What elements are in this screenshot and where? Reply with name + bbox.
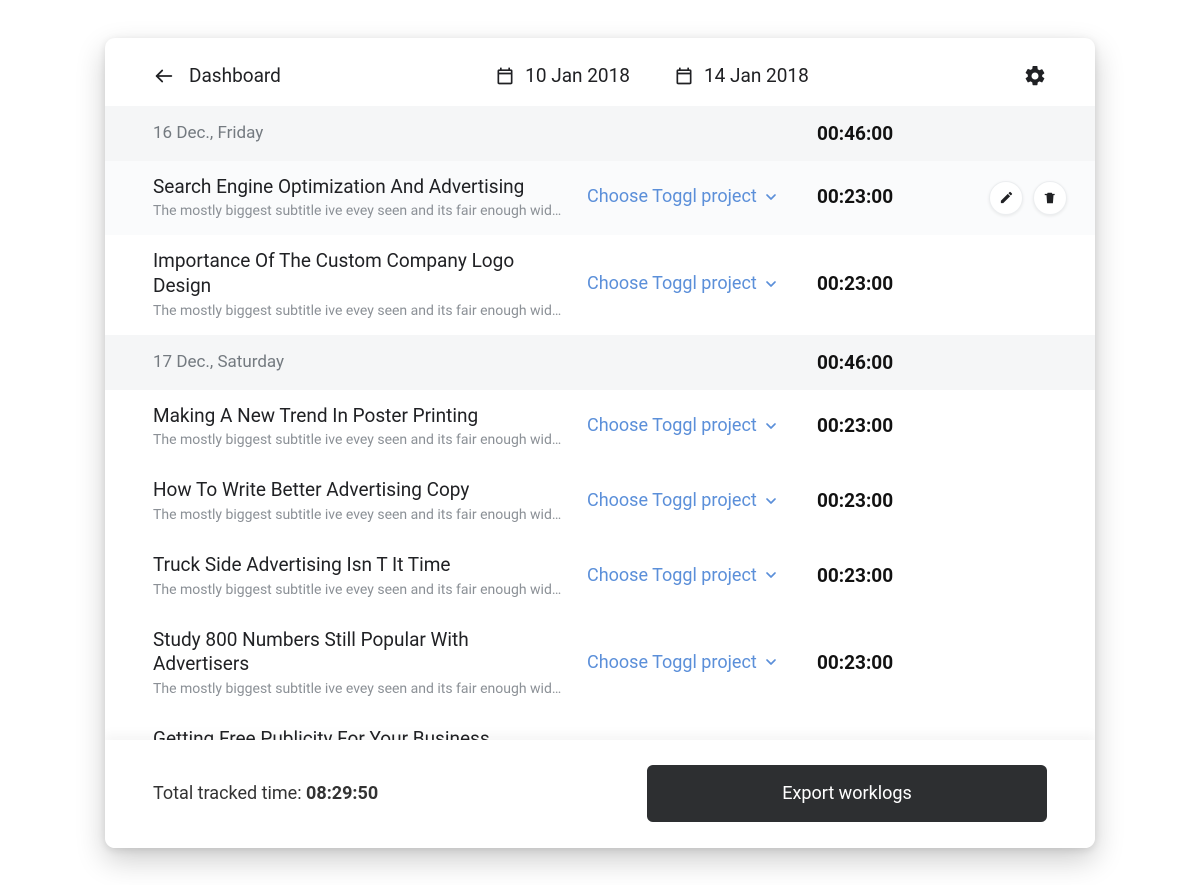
entry-main: Making A New Trend In Poster Printing The… xyxy=(153,404,587,449)
group-duration: 00:46:00 xyxy=(817,122,1047,145)
worklog-entry[interactable]: Importance Of The Custom Company Logo De… xyxy=(105,235,1095,334)
entry-main: Truck Side Advertising Isn T It Time The … xyxy=(153,553,587,598)
worklog-entry[interactable]: Making A New Trend In Poster Printing The… xyxy=(105,390,1095,465)
day-group-header: 17 Dec., Saturday00:46:00 xyxy=(105,335,1095,390)
choose-project-label: Choose Toggl project xyxy=(587,415,757,436)
choose-project-dropdown[interactable]: Choose Toggl project xyxy=(587,490,817,511)
entry-actions xyxy=(989,181,1067,215)
entry-subtitle: The mostly biggest subtitle ive evey see… xyxy=(153,203,563,219)
back-label: Dashboard xyxy=(189,64,281,87)
entry-title: Making A New Trend In Poster Printing xyxy=(153,404,563,429)
choose-project-dropdown[interactable]: Choose Toggl project xyxy=(587,415,817,436)
group-date: 16 Dec., Friday xyxy=(153,123,817,143)
worklog-scroll[interactable]: 16 Dec., Friday00:46:00Search Engine Opt… xyxy=(105,106,1095,740)
worklog-entry[interactable]: Study 800 Numbers Still Popular With Adv… xyxy=(105,614,1095,713)
entry-subtitle: The mostly biggest subtitle ive evey see… xyxy=(153,582,563,598)
entry-duration: 00:23:00 xyxy=(817,272,1047,295)
date-range: 10 Jan 2018 14 Jan 2018 xyxy=(495,64,809,87)
entry-main: Getting Free Publicity For Your Business… xyxy=(153,727,587,740)
entry-duration: 00:23:00 xyxy=(817,414,1047,437)
choose-project-dropdown[interactable]: Choose Toggl project xyxy=(587,186,817,207)
footer: Total tracked time: 08:29:50 Export work… xyxy=(105,740,1095,848)
worklog-entry[interactable]: Truck Side Advertising Isn T It Time The … xyxy=(105,539,1095,614)
entry-title: Study 800 Numbers Still Popular With Adv… xyxy=(153,628,563,677)
delete-entry-button[interactable] xyxy=(1033,181,1067,215)
date-to-label: 14 Jan 2018 xyxy=(704,64,809,87)
entry-main: How To Write Better Advertising Copy The … xyxy=(153,478,587,523)
date-from-label: 10 Jan 2018 xyxy=(525,64,630,87)
entry-main: Search Engine Optimization And Advertisi… xyxy=(153,175,587,220)
export-worklogs-label: Export worklogs xyxy=(782,783,911,804)
choose-project-label: Choose Toggl project xyxy=(587,186,757,207)
chevron-down-icon xyxy=(763,493,779,509)
export-worklogs-button[interactable]: Export worklogs xyxy=(647,765,1047,822)
day-group-header: 16 Dec., Friday00:46:00 xyxy=(105,106,1095,161)
choose-project-dropdown[interactable]: Choose Toggl project xyxy=(587,652,817,673)
worklog-entry[interactable]: Search Engine Optimization And Advertisi… xyxy=(105,161,1095,236)
choose-project-dropdown[interactable]: Choose Toggl project xyxy=(587,565,817,586)
entry-main: Importance Of The Custom Company Logo De… xyxy=(153,249,587,318)
total-tracked: Total tracked time: 08:29:50 xyxy=(153,783,378,804)
calendar-icon xyxy=(674,66,694,86)
group-date: 17 Dec., Saturday xyxy=(153,352,817,372)
gear-icon xyxy=(1023,64,1047,88)
entry-title: Search Engine Optimization And Advertisi… xyxy=(153,175,563,200)
worklog-entry[interactable]: Getting Free Publicity For Your Business… xyxy=(105,713,1095,740)
entry-title: Getting Free Publicity For Your Business xyxy=(153,727,563,740)
back-button[interactable]: Dashboard xyxy=(153,64,281,87)
worklog-body: 16 Dec., Friday00:46:00Search Engine Opt… xyxy=(105,106,1095,740)
choose-project-label: Choose Toggl project xyxy=(587,652,757,673)
entry-subtitle: The mostly biggest subtitle ive evey see… xyxy=(153,507,563,523)
choose-project-dropdown[interactable]: Choose Toggl project xyxy=(587,273,817,294)
entry-subtitle: The mostly biggest subtitle ive evey see… xyxy=(153,681,563,697)
edit-entry-button[interactable] xyxy=(989,181,1023,215)
chevron-down-icon xyxy=(763,189,779,205)
arrow-left-icon xyxy=(153,65,175,87)
date-to-picker[interactable]: 14 Jan 2018 xyxy=(674,64,809,87)
choose-project-label: Choose Toggl project xyxy=(587,565,757,586)
settings-button[interactable] xyxy=(1023,64,1047,88)
entry-duration: 00:23:00 xyxy=(817,489,1047,512)
chevron-down-icon xyxy=(763,654,779,670)
chevron-down-icon xyxy=(763,276,779,292)
header: Dashboard 10 Jan 2018 14 Jan 2018 xyxy=(105,38,1095,106)
group-duration: 00:46:00 xyxy=(817,351,1047,374)
date-from-picker[interactable]: 10 Jan 2018 xyxy=(495,64,630,87)
entry-subtitle: The mostly biggest subtitle ive evey see… xyxy=(153,432,563,448)
chevron-down-icon xyxy=(763,567,779,583)
calendar-icon xyxy=(495,66,515,86)
choose-project-label: Choose Toggl project xyxy=(587,273,757,294)
entry-title: How To Write Better Advertising Copy xyxy=(153,478,563,503)
entry-subtitle: The mostly biggest subtitle ive evey see… xyxy=(153,303,563,319)
trash-icon xyxy=(1043,191,1057,205)
total-tracked-value: 08:29:50 xyxy=(306,783,378,804)
entry-title: Truck Side Advertising Isn T It Time xyxy=(153,553,563,578)
entry-title: Importance Of The Custom Company Logo De… xyxy=(153,249,563,298)
total-tracked-label: Total tracked time: xyxy=(153,783,306,804)
entry-duration: 00:23:00 xyxy=(817,651,1047,674)
worklog-card: Dashboard 10 Jan 2018 14 Jan 2018 xyxy=(105,38,1095,848)
worklog-entry[interactable]: How To Write Better Advertising Copy The … xyxy=(105,464,1095,539)
pencil-icon xyxy=(999,190,1014,205)
chevron-down-icon xyxy=(763,418,779,434)
entry-main: Study 800 Numbers Still Popular With Adv… xyxy=(153,628,587,697)
entry-duration: 00:23:00 xyxy=(817,564,1047,587)
choose-project-label: Choose Toggl project xyxy=(587,490,757,511)
